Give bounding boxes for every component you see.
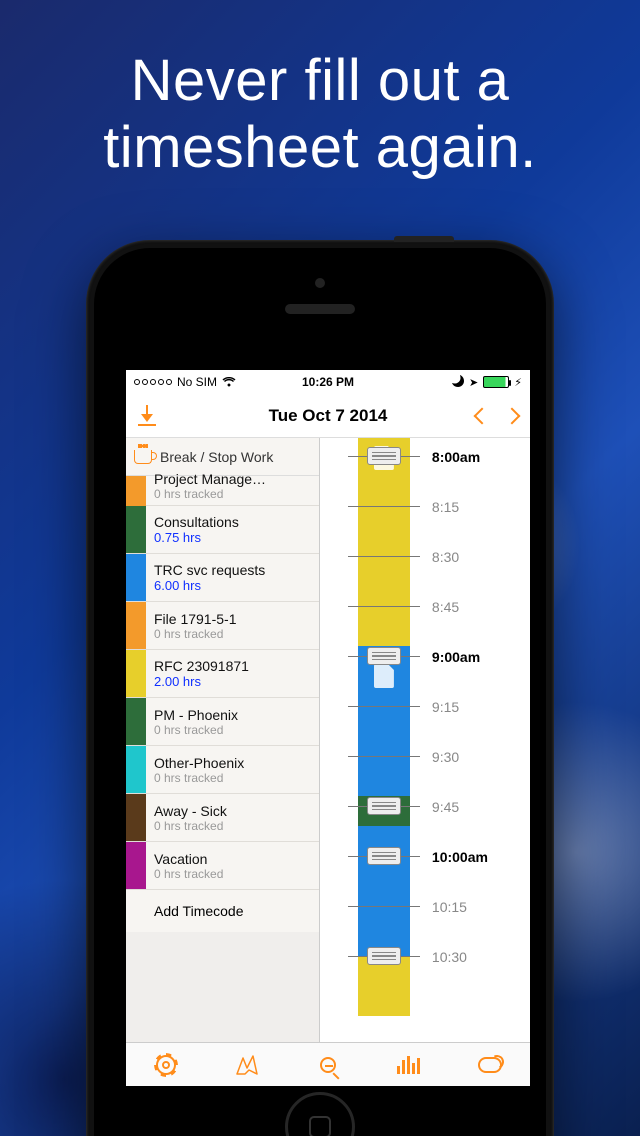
- app-screen: No SIM 10:26 PM ➤ ⚡︎: [126, 370, 530, 1086]
- chart-icon: [397, 1056, 420, 1074]
- time-label: 10:15: [432, 899, 467, 915]
- cloud-sync-icon: [478, 1057, 502, 1073]
- timecode-name: Other-Phoenix: [154, 755, 313, 771]
- timeline-tick: 8:30: [348, 556, 520, 557]
- timecode-row[interactable]: Consultations0.75 hrs: [126, 506, 319, 554]
- statusbar-time: 10:26 PM: [126, 375, 530, 389]
- time-label: 9:00am: [432, 649, 480, 665]
- zoom-out-icon: [320, 1057, 336, 1073]
- timecode-hours: 0 hrs tracked: [154, 627, 313, 641]
- color-swatch: [126, 650, 146, 697]
- add-timecode-label: Add Timecode: [154, 903, 244, 919]
- note-marker[interactable]: [367, 947, 401, 965]
- timecode-name: Vacation: [154, 851, 313, 867]
- gear-icon: [156, 1055, 176, 1075]
- tab-settings[interactable]: [153, 1052, 179, 1078]
- timeline-block[interactable]: [358, 438, 410, 646]
- color-swatch: [126, 842, 146, 889]
- note-marker[interactable]: [367, 647, 401, 665]
- timecode-name: Project Manage…: [154, 471, 313, 487]
- timecode-hours: 0.75 hrs: [154, 530, 313, 545]
- coffee-icon: [134, 450, 152, 464]
- timecode-row[interactable]: Project Manage…0 hrs tracked: [126, 476, 319, 506]
- nav-bar: Tue Oct 7 2014: [126, 394, 530, 438]
- timecode-hours: 0 hrs tracked: [154, 723, 313, 737]
- add-timecode-button[interactable]: Add Timecode: [126, 890, 319, 932]
- timecode-row[interactable]: Away - Sick0 hrs tracked: [126, 794, 319, 842]
- timecode-list[interactable]: Break / Stop Work Project Manage…0 hrs t…: [126, 438, 320, 1042]
- timecode-row[interactable]: Other-Phoenix0 hrs tracked: [126, 746, 319, 794]
- color-swatch: [126, 554, 146, 601]
- time-label: 10:00am: [432, 849, 488, 865]
- home-button[interactable]: [285, 1092, 355, 1136]
- main-content: Break / Stop Work Project Manage…0 hrs t…: [126, 438, 530, 1042]
- phone-frame: No SIM 10:26 PM ➤ ⚡︎: [86, 240, 554, 1136]
- timecode-name: Consultations: [154, 514, 313, 530]
- color-swatch: [126, 506, 146, 553]
- promo-headline: Never fill out a timesheet again.: [0, 48, 640, 181]
- timecode-name: PM - Phoenix: [154, 707, 313, 723]
- document-icon: [374, 664, 394, 688]
- note-marker[interactable]: [367, 847, 401, 865]
- timecode-hours: 0 hrs tracked: [154, 819, 313, 833]
- tab-bar: [126, 1042, 530, 1086]
- tab-zoom-out[interactable]: [315, 1052, 341, 1078]
- timecode-hours: 0 hrs tracked: [154, 771, 313, 785]
- tab-sync[interactable]: [477, 1052, 503, 1078]
- battery-icon: [483, 376, 509, 388]
- color-swatch: [126, 602, 146, 649]
- time-label: 8:45: [432, 599, 459, 615]
- color-swatch: [126, 476, 146, 506]
- timecode-hours: 0 hrs tracked: [154, 867, 313, 881]
- timeline-tick: 8:15: [348, 506, 520, 507]
- origami-icon: [235, 1054, 259, 1076]
- timeline-block[interactable]: [358, 646, 410, 796]
- timecode-row[interactable]: File 1791-5-10 hrs tracked: [126, 602, 319, 650]
- timecode-row[interactable]: RFC 230918712.00 hrs: [126, 650, 319, 698]
- nav-date-title[interactable]: Tue Oct 7 2014: [126, 406, 530, 426]
- tab-chart[interactable]: [396, 1052, 422, 1078]
- time-label: 9:15: [432, 699, 459, 715]
- color-swatch: [126, 746, 146, 793]
- timecode-row[interactable]: PM - Phoenix0 hrs tracked: [126, 698, 319, 746]
- timeline-block[interactable]: [358, 956, 410, 1016]
- timecode-name: TRC svc requests: [154, 562, 313, 578]
- timecode-row[interactable]: Vacation0 hrs tracked: [126, 842, 319, 890]
- tab-origami[interactable]: [234, 1052, 260, 1078]
- timecode-hours: 2.00 hrs: [154, 674, 313, 689]
- time-label: 9:45: [432, 799, 459, 815]
- note-marker[interactable]: [367, 797, 401, 815]
- timecode-name: RFC 23091871: [154, 658, 313, 674]
- timecode-name: File 1791-5-1: [154, 611, 313, 627]
- timeline-tick: 9:15: [348, 706, 520, 707]
- timecode-hours: 0 hrs tracked: [154, 487, 313, 501]
- time-label: 8:00am: [432, 449, 480, 465]
- status-bar: No SIM 10:26 PM ➤ ⚡︎: [126, 370, 530, 394]
- timeline-tick: 8:45: [348, 606, 520, 607]
- time-label: 10:30: [432, 949, 467, 965]
- timeline-tick: 9:30: [348, 756, 520, 757]
- timecode-row[interactable]: TRC svc requests6.00 hrs: [126, 554, 319, 602]
- color-swatch: [126, 794, 146, 841]
- timeline[interactable]: 8:00am 8:15 8:30 8:45 9:00am 9:15 9:30 9:45 10:0…: [320, 438, 530, 1042]
- time-label: 9:30: [432, 749, 459, 765]
- color-swatch: [126, 698, 146, 745]
- timecode-hours: 6.00 hrs: [154, 578, 313, 593]
- timeline-block[interactable]: [358, 826, 410, 956]
- time-label: 8:15: [432, 499, 459, 515]
- timeline-tick: 10:15: [348, 906, 520, 907]
- time-label: 8:30: [432, 549, 459, 565]
- timecode-name: Away - Sick: [154, 803, 313, 819]
- note-marker[interactable]: [367, 447, 401, 465]
- break-label: Break / Stop Work: [160, 449, 273, 465]
